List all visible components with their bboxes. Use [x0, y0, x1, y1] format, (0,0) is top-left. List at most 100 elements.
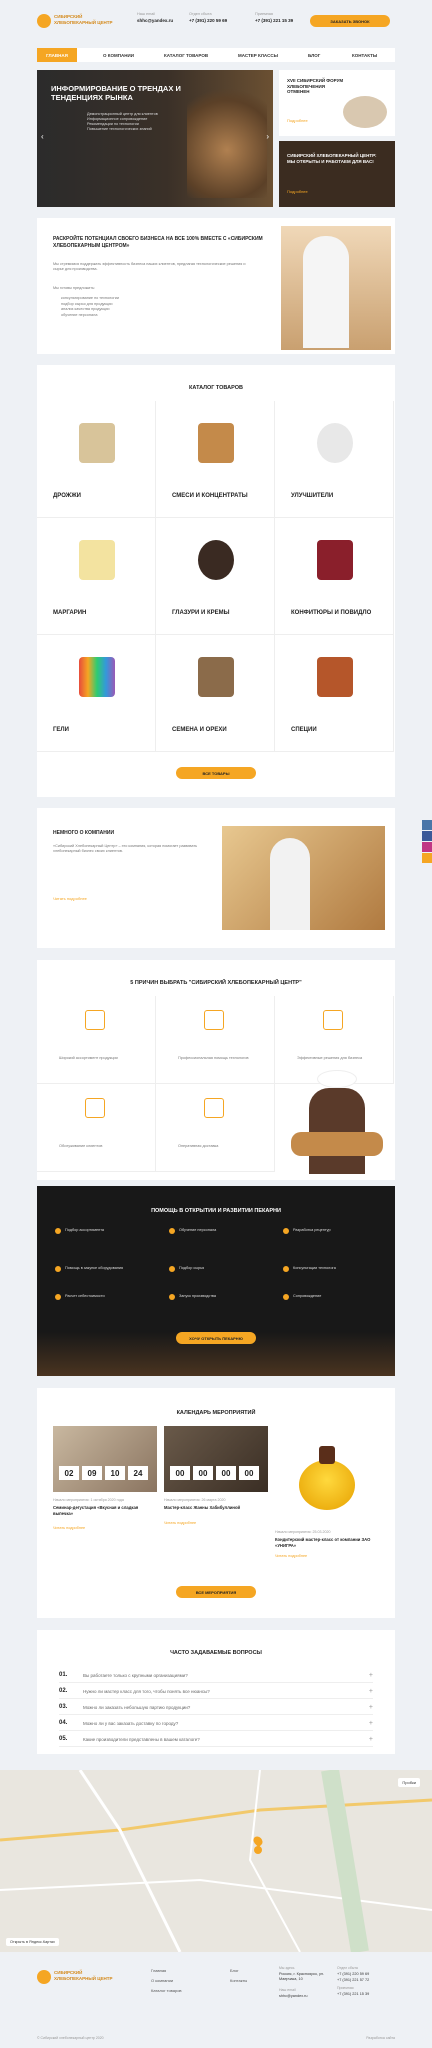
event-link[interactable]: Читать подробнее — [275, 1554, 379, 1558]
nav-home[interactable]: ГЛАВНАЯ — [37, 48, 77, 62]
hero-side-card-1[interactable]: XVII СИБИРСКИЙ ФОРУМ ХЛЕБОПЕЧЕНИЯ ОТМЕНЕ… — [279, 70, 395, 136]
footer-link[interactable]: Контакты — [230, 1976, 247, 1986]
expand-icon: + — [368, 1687, 373, 1695]
event-card-3[interactable]: Начало мероприятия: 25.03.2020 Кондитерс… — [275, 1426, 379, 1558]
slider-next-icon[interactable]: › — [266, 132, 269, 141]
developer-link[interactable]: Разработка сайта — [366, 2036, 395, 2040]
product-image — [317, 423, 353, 463]
nav-blog[interactable]: БЛОГ — [308, 48, 320, 62]
nav-about[interactable]: О КОМПАНИИ — [103, 48, 134, 62]
footer-sales-phone-2[interactable]: +7 (391) 221 57 72 — [337, 1978, 395, 1982]
logo[interactable]: СИБИРСКИЙ ХЛЕБОПЕКАРНЫЙ ЦЕНТР — [37, 10, 117, 34]
cake-top — [319, 1446, 335, 1464]
catalog-item-improvers[interactable]: УЛУЧШИТЕЛИ — [275, 401, 394, 518]
vk-icon[interactable] — [422, 820, 432, 830]
faq-item[interactable]: 02. Нужно ли мастер класс для того, чтобы… — [59, 1684, 373, 1699]
facebook-icon[interactable] — [422, 831, 432, 841]
callback-button[interactable]: ЗАКАЗАТЬ ЗВОНОК — [310, 15, 390, 27]
catalog-item-spices[interactable]: СПЕЦИИ — [275, 635, 394, 752]
catalog-title: КАТАЛОГ ТОВАРОВ — [189, 385, 243, 391]
footer-reception-phone[interactable]: +7 (391) 221 15 39 — [337, 1992, 395, 1996]
help-point: Подбор сырья — [169, 1266, 269, 1272]
logo-icon — [37, 1970, 51, 1984]
truck-icon — [204, 1098, 224, 1118]
footer: СИБИРСКИЙ ХЛЕБОПЕКАРНЫЙ ЦЕНТР Главная О … — [37, 1962, 395, 2048]
nav-catalog[interactable]: КАТАЛОГ ТОВАРОВ — [164, 48, 208, 62]
about-image — [222, 826, 385, 930]
catalog-item-glazes[interactable]: ГЛАЗУРИ И КРЕМЫ — [156, 518, 275, 635]
open-bakery-button[interactable]: ХОЧУ ОТКРЫТЬ ПЕКАРНЮ — [176, 1332, 256, 1344]
help-point: Расчет себестоимости — [55, 1294, 155, 1300]
logo-text: СИБИРСКИЙ ХЛЕБОПЕКАРНЫЙ ЦЕНТР — [54, 1970, 113, 1981]
cake-image — [299, 1460, 355, 1510]
event-date: Начало мероприятия: 26 марта 2020 — [164, 1498, 226, 1502]
footer-link[interactable]: Каталог товаров — [151, 1986, 182, 1996]
product-label: ГЕЛИ — [53, 727, 69, 733]
footer-link[interactable]: Главная — [151, 1966, 182, 1976]
nav-masterclass[interactable]: МАСТЕР КЛАССЫ — [238, 48, 278, 62]
product-image — [79, 657, 115, 697]
sales-label: Отдел сбыта — [189, 12, 212, 16]
hero-side-card-2[interactable]: СИБИРСКИЙ ХЛЕБОПЕКАРНЫЙ ЦЕНТР: МЫ ОТКРЫТ… — [279, 141, 395, 207]
side-card-link[interactable]: Подробнее — [287, 189, 308, 194]
product-label: СПЕЦИИ — [291, 727, 317, 733]
all-products-button[interactable]: ВСЕ ТОВАРЫ — [176, 767, 256, 779]
product-image — [317, 657, 353, 697]
footer-reception-label: Приемная — [337, 1986, 354, 1990]
faq-item[interactable]: 04. Можно ли у вас заказать доставку по г… — [59, 1716, 373, 1731]
product-label: СЕМЕНА И ОРЕХИ — [172, 727, 227, 733]
event-card-1[interactable]: 02 09 10 24 Начало мероприятия: 1 октябр… — [53, 1426, 157, 1530]
about-block: НЕМНОГО О КОМПАНИИ «Сибирский Хлебопекар… — [37, 808, 395, 948]
footer-email[interactable]: shhc@yandex.ru — [279, 1994, 335, 1998]
footer-logo[interactable]: СИБИРСКИЙ ХЛЕБОПЕКАРНЫЙ ЦЕНТР — [37, 1966, 117, 1990]
faq-item[interactable]: 03. Можно ли заказать небольшую партию пр… — [59, 1700, 373, 1715]
promo-title: РАСКРОЙТЕ ПОТЕНЦИАЛ СВОЕГО БИЗНЕСА НА ВС… — [53, 236, 263, 249]
open-in-yandex-link[interactable]: Открыть в Яндекс.Картах — [6, 1938, 59, 1946]
map[interactable]: Пробки Открыть в Яндекс.Картах — [0, 1770, 432, 1952]
promo-item: обучение персонала — [61, 312, 98, 317]
event-image: 02 09 10 24 — [53, 1426, 157, 1492]
product-label: КОНФИТЮРЫ И ПОВИДЛО — [291, 610, 372, 616]
odnoklassniki-icon[interactable] — [422, 853, 432, 863]
sales-phone[interactable]: +7 (391) 220 59 69 — [189, 18, 227, 23]
catalog-item-mixes[interactable]: СМЕСИ И КОНЦЕНТРАТЫ — [156, 401, 275, 518]
event-timer: 00 00 00 00 — [170, 1466, 259, 1480]
logo-icon — [37, 14, 51, 28]
reception-phone[interactable]: +7 (391) 221 15 39 — [255, 18, 293, 23]
expand-icon: + — [368, 1735, 373, 1743]
hero-slider: ИНФОРМИРОВАНИЕ О ТРЕНДАХ И ТЕНДЕНЦИЯХ РЫ… — [37, 70, 273, 207]
side-card-link[interactable]: Подробнее — [287, 118, 308, 123]
event-link[interactable]: Читать подробнее — [53, 1526, 157, 1530]
instagram-icon[interactable] — [422, 842, 432, 852]
catalog-item-yeast[interactable]: ДРОЖЖИ — [37, 401, 156, 518]
catalog-item-seeds[interactable]: СЕМЕНА И ОРЕХИ — [156, 635, 275, 752]
people-icon — [85, 1098, 105, 1118]
traffic-button[interactable]: Пробки — [398, 1778, 420, 1787]
catalog-item-margarine[interactable]: МАРГАРИН — [37, 518, 156, 635]
product-label: ДРОЖЖИ — [53, 493, 81, 499]
all-events-button[interactable]: ВСЕ МЕРОПРИЯТИЯ — [176, 1586, 256, 1598]
faq-item[interactable]: 01. Вы работаете только с крупными органи… — [59, 1668, 373, 1683]
footer-link[interactable]: О компании — [151, 1976, 182, 1986]
slider-prev-icon[interactable]: ‹ — [41, 132, 44, 141]
hero-bullet: Повышение технологических знаний — [87, 127, 152, 131]
product-label: МАРГАРИН — [53, 610, 87, 616]
chef-body — [309, 1088, 365, 1174]
footer-link[interactable]: Блог — [230, 1966, 247, 1976]
catalog-item-jams[interactable]: КОНФИТЮРЫ И ПОВИДЛО — [275, 518, 394, 635]
reception-label: Приемная — [255, 12, 273, 16]
about-link[interactable]: Читать подробнее — [53, 896, 87, 901]
footer-sales-phone[interactable]: +7 (391) 220 59 69 — [337, 1972, 395, 1976]
reason-item: Обслуживание клиентов — [37, 1084, 156, 1172]
help-point: Консультации технолога — [283, 1266, 383, 1272]
nav-contacts[interactable]: КОНТАКТЫ — [352, 48, 377, 62]
faq-item[interactable]: 05. Какие производители представлены в ва… — [59, 1732, 373, 1747]
event-link[interactable]: Читать подробнее — [164, 1521, 268, 1525]
product-label: СМЕСИ И КОНЦЕНТРАТЫ — [172, 493, 248, 499]
help-point: Помощь в закупке оборудования — [55, 1266, 155, 1272]
event-card-2[interactable]: 00 00 00 00 Начало мероприятия: 26 марта… — [164, 1426, 268, 1525]
email-link[interactable]: shhc@yandex.ru — [137, 18, 173, 23]
chef-icon — [204, 1010, 224, 1030]
event-image: 00 00 00 00 — [164, 1426, 268, 1492]
catalog-item-gels[interactable]: ГЕЛИ — [37, 635, 156, 752]
